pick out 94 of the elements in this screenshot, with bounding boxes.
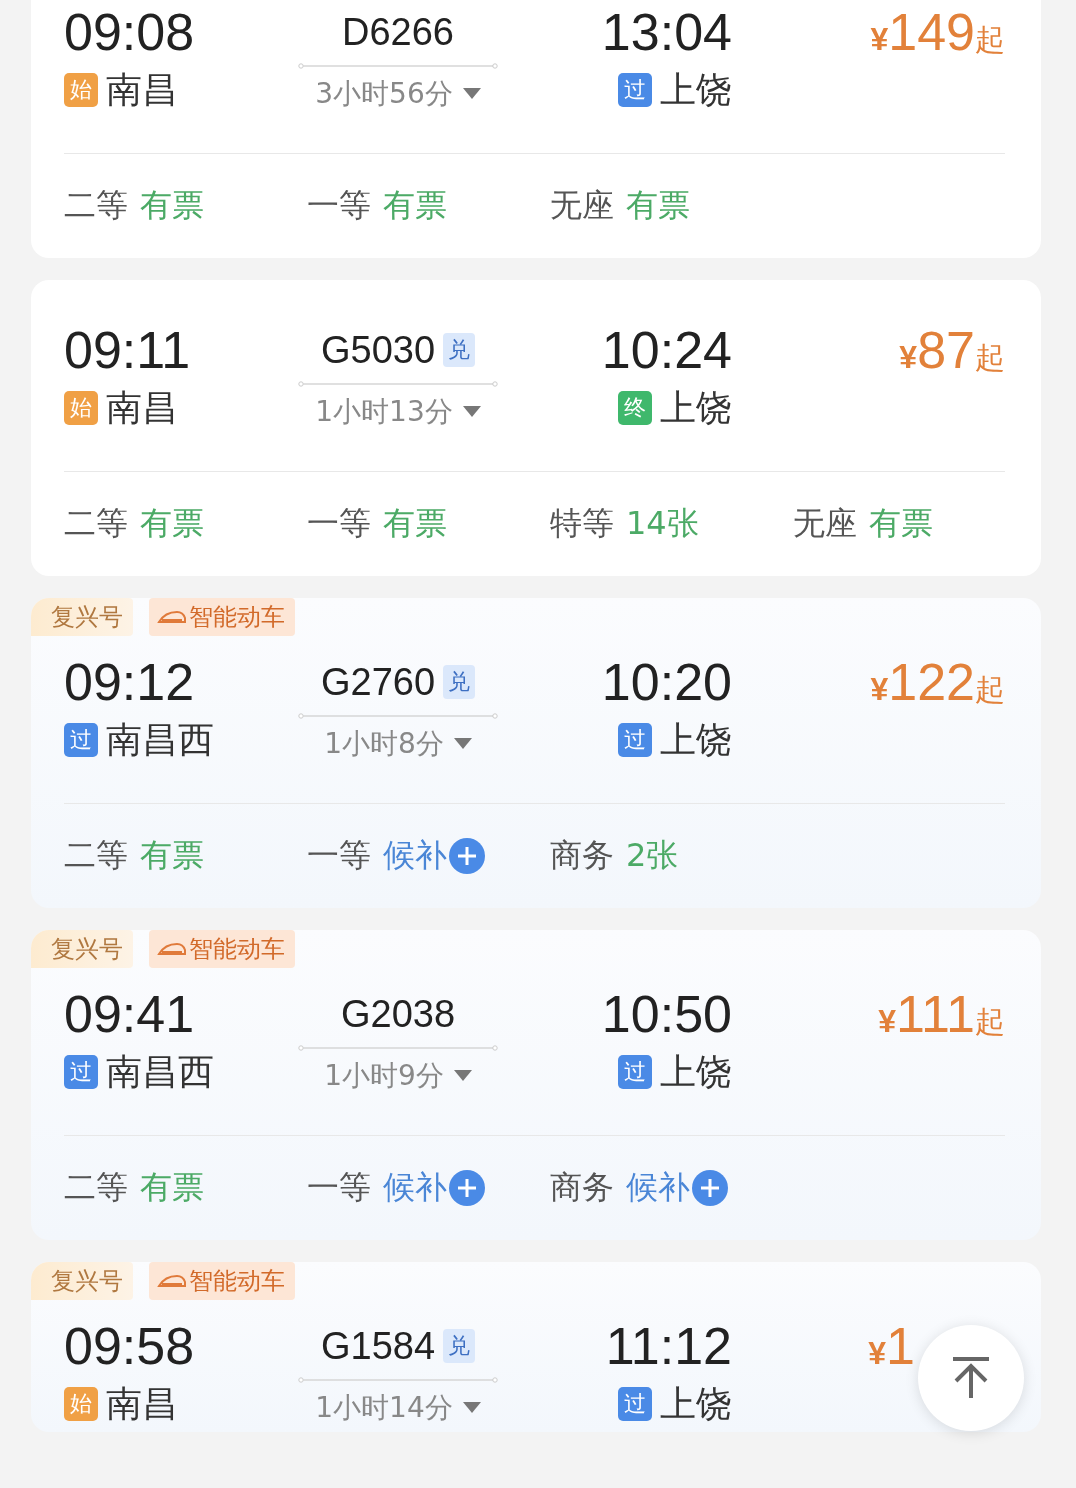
seat-status: 有票 xyxy=(140,1167,204,1208)
arrival-station: 上饶 xyxy=(660,67,732,112)
station-badge: 过 xyxy=(618,1055,652,1089)
seat-status: 候补 xyxy=(383,1167,447,1208)
departure-station: 南昌西 xyxy=(106,1049,214,1094)
price: ¥149起 xyxy=(870,2,1005,58)
train-card[interactable]: 复兴号 智能动车 09:12 过 南昌西 G2760 兑 1小时8分 10:20 过 上饶 ¥122起 二等 有票 一等 候补 商务 2张 xyxy=(31,598,1041,908)
price: ¥87起 xyxy=(899,320,1005,376)
seat-class: 二等 xyxy=(64,503,128,544)
seat-status: 有票 xyxy=(140,503,204,544)
seat-status: 有票 xyxy=(626,185,690,226)
redeem-badge: 兑 xyxy=(443,665,476,699)
redeem-badge: 兑 xyxy=(443,1329,476,1363)
seat-status: 2张 xyxy=(626,835,679,876)
train-icon xyxy=(157,941,187,957)
arrival-time: 13:04 xyxy=(601,2,732,62)
train-number: G2760 xyxy=(320,660,436,704)
seat-status: 候补 xyxy=(626,1167,690,1208)
arrow-up-icon xyxy=(951,1356,991,1400)
train-icon xyxy=(157,609,187,625)
price: ¥1 xyxy=(868,1316,915,1372)
seat-class: 一等 xyxy=(307,503,371,544)
seat-class: 无座 xyxy=(550,185,614,226)
price: ¥122起 xyxy=(870,652,1005,708)
station-badge: 始 xyxy=(64,1387,98,1421)
departure-station: 南昌 xyxy=(106,385,178,430)
departure-station: 南昌 xyxy=(106,1381,178,1426)
arrival-station: 上饶 xyxy=(660,1381,732,1426)
arrival-station: 上饶 xyxy=(660,385,732,430)
departure-time: 09:08 xyxy=(64,2,196,62)
train-icon xyxy=(157,1273,187,1289)
seat-class: 特等 xyxy=(550,503,614,544)
train-card[interactable]: 复兴号 智能动车 09:58 始 南昌 G1584 兑 1小时14分 11:12 过 上饶 ¥1 xyxy=(31,1262,1041,1432)
station-badge: 过 xyxy=(64,1055,98,1089)
train-card[interactable]: 09:08 始 南昌 D6266 3小时56分 13:04 过 上饶 ¥149起 二等 有票 一等 有票 无座 有票 xyxy=(31,0,1041,258)
train-tag: 智能动车 xyxy=(149,930,295,968)
seat-status: 有票 xyxy=(383,185,447,226)
arrival-time: 11:12 xyxy=(605,1316,732,1376)
price: ¥111起 xyxy=(878,984,1005,1040)
departure-time: 09:41 xyxy=(64,984,196,1044)
redeem-badge: 兑 xyxy=(443,333,476,367)
departure-station: 南昌 xyxy=(106,67,178,112)
seat-status: 有票 xyxy=(140,835,204,876)
seat-status: 有票 xyxy=(869,503,933,544)
train-number: G2038 xyxy=(340,992,456,1036)
seat-status: 有票 xyxy=(383,503,447,544)
station-badge: 过 xyxy=(618,1387,652,1421)
seat-class: 二等 xyxy=(64,185,128,226)
departure-station: 南昌西 xyxy=(106,717,214,762)
seat-class: 一等 xyxy=(307,1167,371,1208)
seat-class: 商务 xyxy=(550,835,614,876)
seat-status: 14张 xyxy=(626,503,699,544)
station-badge: 始 xyxy=(64,391,98,425)
arrival-station: 上饶 xyxy=(660,1049,732,1094)
departure-time: 09:58 xyxy=(64,1316,196,1376)
station-badge: 过 xyxy=(618,723,652,757)
train-card[interactable]: 复兴号 智能动车 09:41 过 南昌西 G2038 1小时9分 10:50 过 上饶 ¥111起 二等 有票 一等 候补 商务 候补 xyxy=(31,930,1041,1240)
caret-icon xyxy=(453,1070,472,1082)
plus-icon[interactable] xyxy=(449,1170,485,1206)
train-number: D6266 xyxy=(342,10,454,54)
seat-status: 候补 xyxy=(383,835,447,876)
train-tag: 复兴号 xyxy=(31,1262,133,1300)
caret-icon xyxy=(462,1402,481,1414)
seat-class: 二等 xyxy=(64,1167,128,1208)
train-tag: 智能动车 xyxy=(149,598,295,636)
duration-toggle[interactable]: 3小时56分 xyxy=(315,70,481,118)
arrival-time: 10:24 xyxy=(601,320,732,380)
caret-icon xyxy=(453,738,472,750)
caret-icon xyxy=(462,406,481,418)
departure-time: 09:11 xyxy=(64,320,192,380)
duration-toggle[interactable]: 1小时13分 xyxy=(315,388,481,436)
station-badge: 始 xyxy=(64,73,98,107)
train-tag: 复兴号 xyxy=(31,598,133,636)
arrival-station: 上饶 xyxy=(660,717,732,762)
seat-class: 无座 xyxy=(793,503,857,544)
station-badge: 终 xyxy=(618,391,652,425)
plus-icon[interactable] xyxy=(449,838,485,874)
seat-class: 一等 xyxy=(307,185,371,226)
arrival-time: 10:50 xyxy=(601,984,732,1044)
seat-class: 二等 xyxy=(64,835,128,876)
train-card[interactable]: 09:11 始 南昌 G5030 兑 1小时13分 10:24 终 上饶 ¥87起 二等 有票 一等 有票 特等 14张 无座 有票 xyxy=(31,280,1041,576)
seat-class: 商务 xyxy=(550,1167,614,1208)
train-number: G5030 xyxy=(320,328,436,372)
arrival-time: 10:20 xyxy=(601,652,732,712)
train-tag: 智能动车 xyxy=(149,1262,295,1300)
departure-time: 09:12 xyxy=(64,652,196,712)
station-badge: 过 xyxy=(64,723,98,757)
seat-status: 有票 xyxy=(140,185,204,226)
plus-icon[interactable] xyxy=(692,1170,728,1206)
station-badge: 过 xyxy=(618,73,652,107)
train-tag: 复兴号 xyxy=(31,930,133,968)
caret-icon xyxy=(462,88,481,100)
seat-class: 一等 xyxy=(307,835,371,876)
train-number: G1584 xyxy=(320,1324,436,1368)
